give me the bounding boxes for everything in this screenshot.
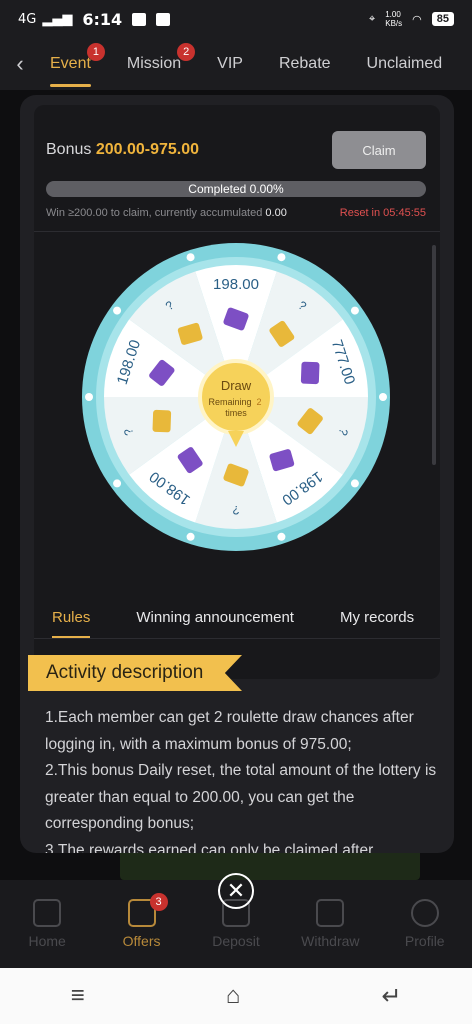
reset-timer: Reset in 05:45:55 <box>339 207 426 219</box>
profile-icon <box>410 899 439 927</box>
menu-icon[interactable]: ≡ <box>71 982 85 1010</box>
top-navigation: ‹ Event 1 Mission 2 VIP Rebate Unclaimed <box>0 38 472 90</box>
remaining-label: Remaining <box>208 397 251 407</box>
wheel-segment-label: ? <box>232 503 239 517</box>
gift-box-icon <box>152 409 172 433</box>
nav-withdraw[interactable]: Withdraw <box>290 899 370 949</box>
tab-mission[interactable]: Mission 2 <box>127 43 196 73</box>
back-icon[interactable]: ‹ <box>0 51 40 77</box>
bonus-value: 200.00-975.00 <box>95 141 200 158</box>
activity-description-text: 1.Each member can get 2 roulette draw ch… <box>45 705 437 853</box>
wheel-light <box>350 479 359 488</box>
nav-profile[interactable]: Profile <box>385 899 465 949</box>
wheel-light <box>113 479 122 488</box>
wheel-light <box>379 393 387 401</box>
divider <box>34 231 440 232</box>
home-button-icon[interactable]: ⌂ <box>226 982 241 1010</box>
offers-badge: 3 <box>149 893 168 911</box>
withdraw-icon <box>316 899 345 927</box>
draw-label[interactable]: Draw <box>221 378 252 393</box>
win-requirement: Win ≥200.00 to claim, currently accumula… <box>46 207 287 219</box>
claim-button[interactable]: Claim <box>332 131 426 169</box>
wheel-light <box>350 306 359 315</box>
system-navigation: ≡ ⌂ ↵ <box>0 968 472 1024</box>
wheel-light <box>186 253 195 262</box>
close-button[interactable]: ✕ <box>218 873 254 909</box>
tab-vip[interactable]: VIP <box>217 55 243 73</box>
event-badge: 1 <box>86 43 105 61</box>
clock: 6:14 <box>82 9 123 29</box>
youtube-icon <box>132 12 147 26</box>
back-button-icon[interactable]: ↵ <box>381 982 401 1011</box>
nav-offers[interactable]: Offers 3 <box>102 893 182 949</box>
wheel-light <box>277 253 286 262</box>
tab-rules[interactable]: Rules <box>52 609 91 638</box>
accumulated-value: 0.00 <box>265 207 287 219</box>
mission-badge: 2 <box>177 43 196 61</box>
info-tabs: Rules Winning announcement My records <box>34 597 440 639</box>
battery-indicator: 85 <box>431 12 454 26</box>
wheel-light <box>186 532 195 541</box>
wheel-light <box>113 306 122 315</box>
rule-2: 2.This bonus Daily reset, the total amou… <box>45 762 437 832</box>
location-icon: ⌖ <box>369 12 376 25</box>
activity-description-title: Activity description <box>28 655 242 691</box>
wheel-light <box>277 532 286 541</box>
wheel-light <box>85 393 93 401</box>
signal-icon: ▂▄▆ <box>42 11 73 27</box>
nav-home[interactable]: Home <box>7 899 87 949</box>
wheel-panel: Bonus 200.00-975.00 Claim Completed 0.00… <box>34 105 440 679</box>
wheel-segment-label: 198.00 <box>213 276 259 293</box>
progress-bar: Completed 0.00% <box>46 181 426 197</box>
tab-rebate[interactable]: Rebate <box>279 55 331 73</box>
progress-text: Completed 0.00% <box>188 182 284 196</box>
network-speed: 1.00 KB/s <box>385 10 403 28</box>
bonus-label: Bonus 200.00-975.00 <box>46 141 200 158</box>
roulette-modal: Bonus 200.00-975.00 Claim Completed 0.00… <box>20 95 454 853</box>
rule-3: 3.The rewards earned can only be claimed… <box>45 841 374 854</box>
wifi-icon: ◠ <box>412 13 422 26</box>
home-icon <box>33 899 62 927</box>
gift-box-icon <box>300 361 320 385</box>
scrollbar[interactable] <box>432 245 436 465</box>
tab-unclaimed[interactable]: Unclaimed <box>367 55 443 73</box>
network-indicator: 4G <box>18 11 37 27</box>
roulette-wheel: 198.00?777.00?198.00?198.00?198.00? Draw… <box>82 243 390 551</box>
status-bar: 4G ▂▄▆ 6:14 ⌖ 1.00 KB/s ◠ 85 <box>0 0 472 38</box>
tab-my-records[interactable]: My records <box>340 609 414 626</box>
tab-winning-announcement[interactable]: Winning announcement <box>136 609 294 626</box>
notification-icon <box>156 12 171 26</box>
rule-1: 1.Each member can get 2 roulette draw ch… <box>45 709 414 753</box>
times-label: times <box>225 408 247 418</box>
tab-event[interactable]: Event 1 <box>50 43 105 87</box>
remaining-count: 2 <box>256 397 261 407</box>
